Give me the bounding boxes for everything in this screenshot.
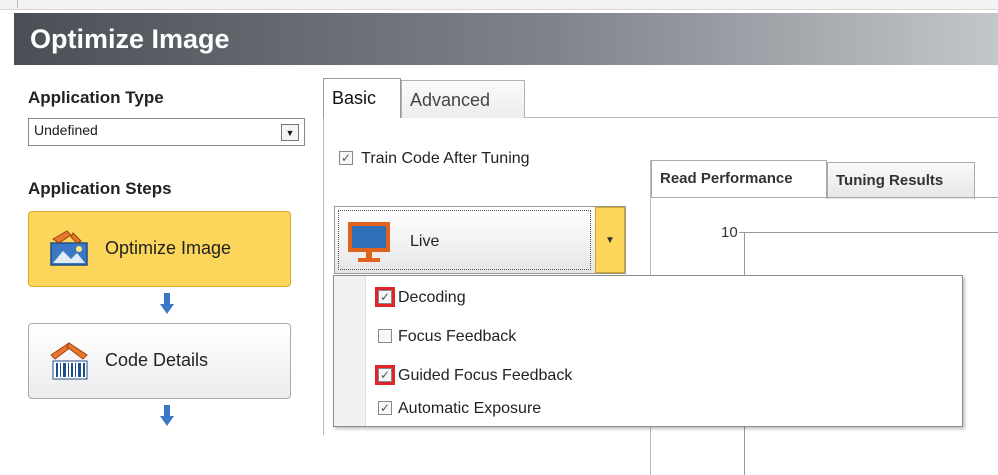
train-code-label: Train Code After Tuning <box>361 150 530 167</box>
chevron-down-icon[interactable]: ▼ <box>281 124 299 141</box>
application-type-label: Application Type <box>28 88 164 107</box>
optimize-image-icon <box>47 229 93 269</box>
train-code-checkbox[interactable]: ✓ <box>339 150 353 165</box>
window-title: Optimize Image <box>30 24 230 54</box>
guided-focus-feedback-checkbox[interactable]: ✓ <box>375 364 395 385</box>
inner-tab-baseline <box>651 197 998 198</box>
step-optimize-image-button[interactable]: Optimize Image <box>28 211 291 287</box>
chart-y-tick-label: 10 <box>721 224 738 241</box>
menu-item-automatic-exposure-label: Automatic Exposure <box>398 400 542 417</box>
menu-item-guided-focus-feedback-label: Guided Focus Feedback <box>398 367 573 384</box>
menu-item-focus-feedback[interactable]: Focus Feedback <box>378 328 516 346</box>
left-panel: Application Type Undefined ▼ Application… <box>14 65 314 435</box>
step-code-details-button[interactable]: Code Details <box>28 323 291 399</box>
menu-icon-gutter <box>334 276 366 426</box>
menu-item-decoding[interactable]: ✓ Decoding <box>375 286 466 307</box>
live-button-label: Live <box>410 233 440 250</box>
top-strip-notch <box>8 0 18 8</box>
menu-item-automatic-exposure[interactable]: ✓ Automatic Exposure <box>378 400 541 418</box>
live-dropdown-chevron-icon[interactable]: ▼ <box>595 207 625 273</box>
menu-item-guided-focus-feedback[interactable]: ✓ Guided Focus Feedback <box>375 364 573 385</box>
settings-tab-strip: Basic Advanced <box>323 78 998 119</box>
application-type-select[interactable]: Undefined ▼ <box>28 118 305 146</box>
live-options-menu: ✓ Decoding Focus Feedback ✓ Guided Focus F… <box>333 275 963 427</box>
menu-item-focus-feedback-label: Focus Feedback <box>398 328 517 345</box>
application-steps-label: Application Steps <box>28 179 172 198</box>
train-code-option[interactable]: ✓ Train Code After Tuning <box>339 150 530 168</box>
menu-item-decoding-label: Decoding <box>398 289 466 306</box>
arrow-down-icon <box>160 293 174 315</box>
tab-basic[interactable]: Basic <box>323 78 401 118</box>
arrow-down-icon <box>160 405 174 427</box>
code-details-icon <box>47 341 93 381</box>
tab-tuning-results[interactable]: Tuning Results <box>827 162 975 199</box>
focus-feedback-checkbox[interactable] <box>378 328 392 343</box>
window-title-bar: Optimize Image <box>14 13 998 65</box>
automatic-exposure-checkbox[interactable]: ✓ <box>378 400 392 415</box>
decoding-checkbox[interactable]: ✓ <box>375 286 395 307</box>
tab-read-performance[interactable]: Read Performance <box>651 160 827 198</box>
step-optimize-image-label: Optimize Image <box>105 238 232 258</box>
live-split-button[interactable]: Live ▼ <box>334 206 626 274</box>
step-code-details-label: Code Details <box>105 350 209 370</box>
tab-advanced[interactable]: Advanced <box>401 80 525 119</box>
top-strip <box>0 0 998 10</box>
application-type-value: Undefined <box>34 122 98 138</box>
monitor-icon <box>347 221 391 263</box>
